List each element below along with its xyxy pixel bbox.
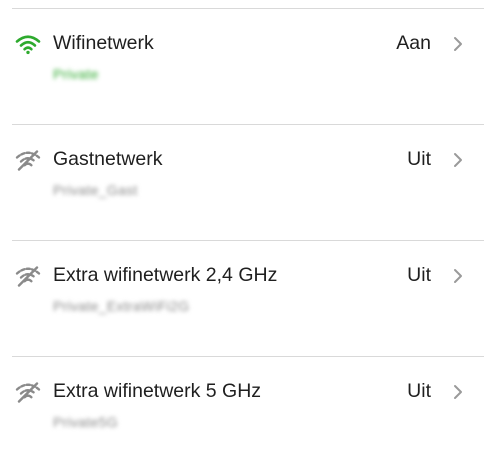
- network-row-wifinetwerk[interactable]: Wifinetwerk Private Aan: [0, 9, 484, 124]
- chevron-right-icon: [454, 37, 462, 51]
- network-title: Extra wifinetwerk 5 GHz: [53, 380, 262, 402]
- wifi-on-icon: [15, 35, 41, 55]
- wifi-off-icon: [15, 266, 41, 287]
- network-ssid: Private_ExtraWiFi2G: [53, 298, 190, 314]
- network-ssid: Private_Gast: [53, 182, 138, 198]
- network-status: Uit: [407, 380, 431, 402]
- chevron-right-icon: [454, 153, 462, 167]
- wifi-off-icon: [15, 150, 41, 171]
- network-title: Extra wifinetwerk 2,4 GHz: [53, 264, 278, 286]
- network-title: Wifinetwerk: [53, 32, 154, 54]
- network-row-extra-5ghz[interactable]: Extra wifinetwerk 5 GHz Private5G Uit: [0, 357, 484, 455]
- chevron-right-icon: [454, 269, 462, 283]
- network-row-gastnetwerk[interactable]: Gastnetwerk Private_Gast Uit: [0, 125, 484, 240]
- network-title: Gastnetwerk: [53, 148, 163, 170]
- network-ssid: Private5G: [53, 414, 118, 430]
- network-ssid: Private: [53, 66, 99, 82]
- network-status: Aan: [396, 32, 431, 54]
- wifi-off-icon: [15, 382, 41, 403]
- network-status: Uit: [407, 148, 431, 170]
- wifi-network-list: Wifinetwerk Private Aan Gastnetwerk Priv…: [0, 0, 484, 455]
- network-status: Uit: [407, 264, 431, 286]
- chevron-right-icon: [454, 385, 462, 399]
- network-row-extra-24ghz[interactable]: Extra wifinetwerk 2,4 GHz Private_ExtraW…: [0, 241, 484, 356]
